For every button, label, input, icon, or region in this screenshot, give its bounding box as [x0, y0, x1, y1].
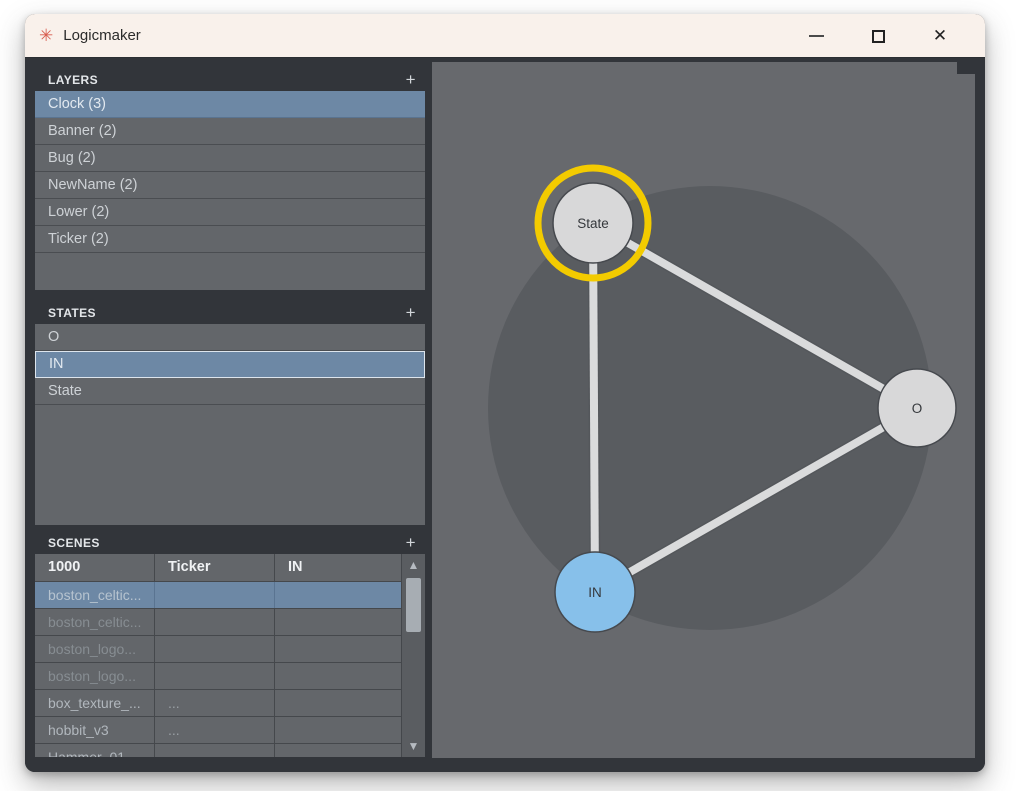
scenes-column-header: 1000: [35, 554, 155, 581]
scene-ticker-cell: ...: [155, 690, 275, 716]
layers-list: Clock (3) Banner (2) Bug (2) NewName (2)…: [35, 91, 425, 290]
scene-ticker-cell: [155, 636, 275, 662]
layer-item[interactable]: Bug (2): [35, 145, 425, 172]
scene-ticker-cell: [155, 744, 275, 757]
layer-item[interactable]: NewName (2): [35, 172, 425, 199]
scene-ticker-cell: [155, 609, 275, 635]
table-row[interactable]: box_texture_... ...: [35, 690, 401, 717]
scene-name-cell: boston_logo...: [35, 636, 155, 662]
layer-item[interactable]: Banner (2): [35, 118, 425, 145]
states-panel-title: STATES: [48, 306, 96, 320]
graph-svg: State O IN: [432, 62, 975, 758]
minimize-button[interactable]: [785, 14, 847, 58]
window-title: Logicmaker: [63, 27, 141, 44]
canvas-corner-notch: [957, 62, 975, 74]
scene-in-cell: [275, 717, 401, 743]
canvas-background-circle: [488, 186, 932, 630]
maximize-button[interactable]: [847, 14, 909, 58]
scene-in-cell: [275, 609, 401, 635]
states-panel-header: STATES +: [35, 301, 425, 324]
layer-item[interactable]: Clock (3): [35, 91, 425, 118]
scenes-column-header: IN: [275, 554, 401, 581]
scrollbar-thumb[interactable]: [406, 578, 421, 632]
minimize-icon: [809, 35, 824, 37]
node-in-label: IN: [588, 585, 602, 600]
scenes-column-header: Ticker: [155, 554, 275, 581]
state-item[interactable]: O: [35, 324, 425, 351]
scene-in-cell: [275, 636, 401, 662]
close-icon: ✕: [933, 26, 947, 46]
scene-ticker-cell: [155, 663, 275, 689]
table-row[interactable]: boston_logo...: [35, 636, 401, 663]
close-button[interactable]: ✕: [909, 14, 971, 58]
layers-panel-title: LAYERS: [48, 73, 98, 87]
scene-in-cell: [275, 663, 401, 689]
layer-item[interactable]: Lower (2): [35, 199, 425, 226]
titlebar[interactable]: ✳ Logicmaker ✕: [25, 14, 985, 58]
table-row[interactable]: hobbit_v3 ...: [35, 717, 401, 744]
node-o-label: O: [912, 401, 923, 416]
add-state-button[interactable]: +: [406, 304, 416, 321]
scroll-up-icon[interactable]: ▲: [402, 555, 425, 575]
table-row[interactable]: boston_logo...: [35, 663, 401, 690]
scene-ticker-cell: ...: [155, 717, 275, 743]
scenes-panel-header: SCENES +: [35, 531, 425, 554]
add-layer-button[interactable]: +: [406, 71, 416, 88]
table-row[interactable]: boston_celtic...: [35, 582, 401, 609]
scenes-table: 1000 Ticker IN boston_celtic... boston_c…: [35, 554, 425, 757]
scene-name-cell: box_texture_...: [35, 690, 155, 716]
window-controls: ✕: [785, 14, 971, 58]
scene-name-cell: boston_logo...: [35, 663, 155, 689]
state-item[interactable]: IN: [35, 351, 425, 378]
app-logo-icon: ✳: [39, 27, 53, 44]
scene-in-cell: [275, 690, 401, 716]
scenes-scrollbar[interactable]: ▲ ▼: [401, 554, 425, 757]
scenes-table-header-row: 1000 Ticker IN: [35, 554, 401, 582]
app-window: ✳ Logicmaker ✕ LAYERS + Clock (3) Banner…: [25, 14, 985, 772]
desktop-background: ✳ Logicmaker ✕ LAYERS + Clock (3) Banner…: [0, 0, 1022, 791]
maximize-icon: [872, 30, 885, 43]
state-item[interactable]: State: [35, 378, 425, 405]
scroll-down-icon[interactable]: ▼: [402, 736, 425, 756]
scene-name-cell: boston_celtic...: [35, 582, 155, 608]
scene-ticker-cell: [155, 582, 275, 608]
graph-canvas[interactable]: State O IN: [432, 62, 975, 758]
table-row[interactable]: Hammer_01: [35, 744, 401, 757]
table-row[interactable]: boston_celtic...: [35, 609, 401, 636]
scene-in-cell: [275, 744, 401, 757]
states-list: O IN State: [35, 324, 425, 525]
layers-panel-header: LAYERS +: [35, 68, 425, 91]
add-scene-button[interactable]: +: [406, 534, 416, 551]
scene-name-cell: hobbit_v3: [35, 717, 155, 743]
main-content: LAYERS + Clock (3) Banner (2) Bug (2) Ne…: [25, 58, 985, 772]
scene-in-cell: [275, 582, 401, 608]
scene-name-cell: boston_celtic...: [35, 609, 155, 635]
layer-item[interactable]: Ticker (2): [35, 226, 425, 253]
node-state-label: State: [577, 216, 609, 231]
scene-name-cell: Hammer_01: [35, 744, 155, 757]
scenes-panel-title: SCENES: [48, 536, 100, 550]
